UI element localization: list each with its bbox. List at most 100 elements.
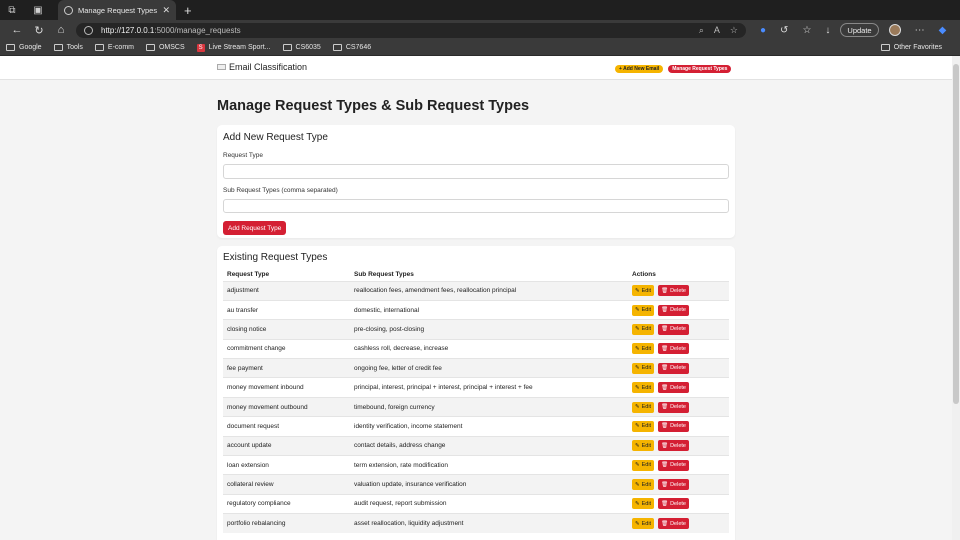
copilot-icon[interactable]: ◆: [939, 25, 947, 36]
bookmark-google[interactable]: Google: [6, 44, 42, 51]
sub-request-input[interactable]: [223, 199, 729, 213]
col-actions: Actions: [632, 270, 656, 278]
site-info-icon[interactable]: [84, 25, 93, 35]
update-button[interactable]: Update: [840, 23, 879, 37]
bookmark-tools[interactable]: Tools: [53, 44, 83, 51]
home-icon[interactable]: ⌂: [50, 24, 72, 36]
pencil-icon: ✎: [635, 365, 640, 372]
edit-button[interactable]: ✎ Edit: [632, 382, 655, 394]
folder-icon: [145, 44, 155, 51]
edit-button[interactable]: ✎ Edit: [632, 518, 655, 530]
trash-icon: 🗑: [661, 423, 669, 430]
bookmark-ecomm[interactable]: E-comm: [94, 44, 134, 51]
more-icon[interactable]: ⋯: [915, 25, 925, 36]
actions-cell: ✎ Edit 🗑 Delete: [628, 396, 729, 417]
edit-button[interactable]: ✎ Edit: [632, 479, 655, 491]
delete-button[interactable]: 🗑 Delete: [658, 440, 689, 452]
trash-icon: 🗑: [661, 384, 669, 391]
sub-request-types-cell: asset reallocation, liquidity adjustment: [350, 513, 628, 534]
new-tab-icon[interactable]: +: [184, 3, 192, 18]
edit-button[interactable]: ✎ Edit: [632, 304, 655, 316]
request-type-input[interactable]: [223, 164, 729, 179]
brand[interactable]: Email Classification: [217, 62, 307, 72]
folder-icon: [6, 44, 15, 51]
request-type-cell: account update: [223, 435, 350, 456]
pencil-icon: ✎: [635, 287, 640, 294]
profile-avatar[interactable]: [888, 24, 901, 36]
request-types-table: Request Type Sub Request Types Actions a…: [223, 268, 729, 534]
table-row: closing notice pre-closing, post-closing ✎…: [223, 319, 729, 340]
edit-button[interactable]: ✎ Edit: [632, 323, 655, 335]
table-row: document request identity verification, i…: [223, 416, 729, 437]
edit-button[interactable]: ✎ Edit: [632, 343, 655, 355]
actions-cell: ✎ Edit 🗑 Delete: [628, 493, 729, 514]
add-request-type-button[interactable]: Add Request Type: [223, 221, 287, 235]
delete-button[interactable]: 🗑 Delete: [658, 285, 689, 297]
delete-button[interactable]: 🗑 Delete: [658, 401, 689, 413]
zoom-icon[interactable]: ⌕: [699, 25, 704, 36]
request-type-cell: money movement inbound: [223, 377, 350, 398]
delete-button[interactable]: 🗑 Delete: [658, 518, 689, 530]
sub-request-types-cell: domestic, international: [350, 299, 628, 320]
pencil-icon: ✎: [635, 345, 640, 352]
sub-request-types-cell: principal, interest, principal + interes…: [350, 377, 628, 398]
delete-button[interactable]: 🗑 Delete: [658, 479, 689, 491]
refresh-icon[interactable]: ↻: [28, 24, 50, 37]
browser-tab-bar: ⧉ ▣ Manage Request Types - Wells ✕ +: [0, 0, 960, 20]
browser-tab-active[interactable]: Manage Request Types - Wells ✕: [58, 0, 176, 20]
pencil-icon: ✎: [635, 384, 640, 391]
workspaces-icon[interactable]: ⧉: [6, 4, 18, 16]
bookmark-cs6035[interactable]: CS6035: [282, 44, 321, 51]
extension-icon[interactable]: ●: [760, 25, 766, 36]
trash-icon: 🗑: [661, 481, 669, 488]
bookmark-omscs[interactable]: OMSCS: [145, 44, 185, 51]
bookmark-cs7646[interactable]: CS7646: [332, 44, 371, 51]
delete-button[interactable]: 🗑 Delete: [658, 459, 689, 471]
actions-cell: ✎ Edit 🗑 Delete: [628, 474, 729, 495]
favorite-star-icon[interactable]: ☆: [730, 25, 738, 36]
table-row: regulatory compliance audit request, repo…: [223, 493, 729, 514]
delete-button[interactable]: 🗑 Delete: [658, 343, 689, 355]
delete-button[interactable]: 🗑 Delete: [658, 382, 689, 394]
trash-icon: 🗑: [661, 307, 669, 314]
favorites-icon[interactable]: ☆: [802, 25, 811, 36]
delete-button[interactable]: 🗑 Delete: [658, 304, 689, 316]
edit-button[interactable]: ✎ Edit: [632, 498, 655, 510]
tab-actions-icon[interactable]: ▣: [32, 4, 44, 16]
actions-cell: ✎ Edit 🗑 Delete: [628, 513, 729, 534]
scrollbar-thumb[interactable]: [953, 64, 959, 404]
edit-button[interactable]: ✎ Edit: [632, 401, 655, 413]
downloads-icon[interactable]: ↓: [825, 25, 830, 36]
page-scrollbar[interactable]: [952, 56, 960, 540]
back-icon[interactable]: ←: [6, 24, 28, 36]
delete-button[interactable]: 🗑 Delete: [658, 498, 689, 510]
sync-icon[interactable]: ↺: [780, 25, 788, 36]
read-aloud-icon[interactable]: A: [714, 25, 720, 35]
edit-button[interactable]: ✎ Edit: [632, 420, 655, 432]
pencil-icon: ✎: [635, 481, 640, 488]
manage-request-types-button[interactable]: Manage Request Types: [668, 65, 732, 73]
trash-icon: 🗑: [661, 345, 669, 352]
folder-icon: [53, 44, 63, 51]
envelope-icon: [217, 64, 226, 70]
edit-button[interactable]: ✎ Edit: [632, 285, 655, 297]
edit-button[interactable]: ✎ Edit: [632, 440, 655, 452]
delete-button[interactable]: 🗑 Delete: [658, 362, 689, 374]
trash-icon: 🗑: [661, 365, 669, 372]
url-input[interactable]: http://127.0.0.1:5000/manage_requests ⌕ …: [76, 22, 746, 38]
sub-request-label: Sub Request Types (comma separated): [223, 187, 338, 194]
delete-button[interactable]: 🗑 Delete: [658, 323, 689, 335]
actions-cell: ✎ Edit 🗑 Delete: [628, 338, 729, 359]
other-favorites[interactable]: Other Favorites: [880, 44, 942, 51]
bookmark-live-stream[interactable]: S Live Stream Sport...: [196, 43, 271, 52]
table-row: portfolio rebalancing asset reallocation,…: [223, 513, 729, 534]
delete-button[interactable]: 🗑 Delete: [658, 420, 689, 432]
edit-button[interactable]: ✎ Edit: [632, 362, 655, 374]
add-new-email-button[interactable]: + Add New Email: [615, 65, 664, 73]
request-type-label: Request Type: [223, 152, 263, 159]
trash-icon: 🗑: [661, 462, 669, 469]
close-icon[interactable]: ✕: [162, 5, 170, 16]
folder-icon: [332, 44, 342, 51]
edit-button[interactable]: ✎ Edit: [632, 459, 655, 471]
pencil-icon: ✎: [635, 326, 640, 333]
